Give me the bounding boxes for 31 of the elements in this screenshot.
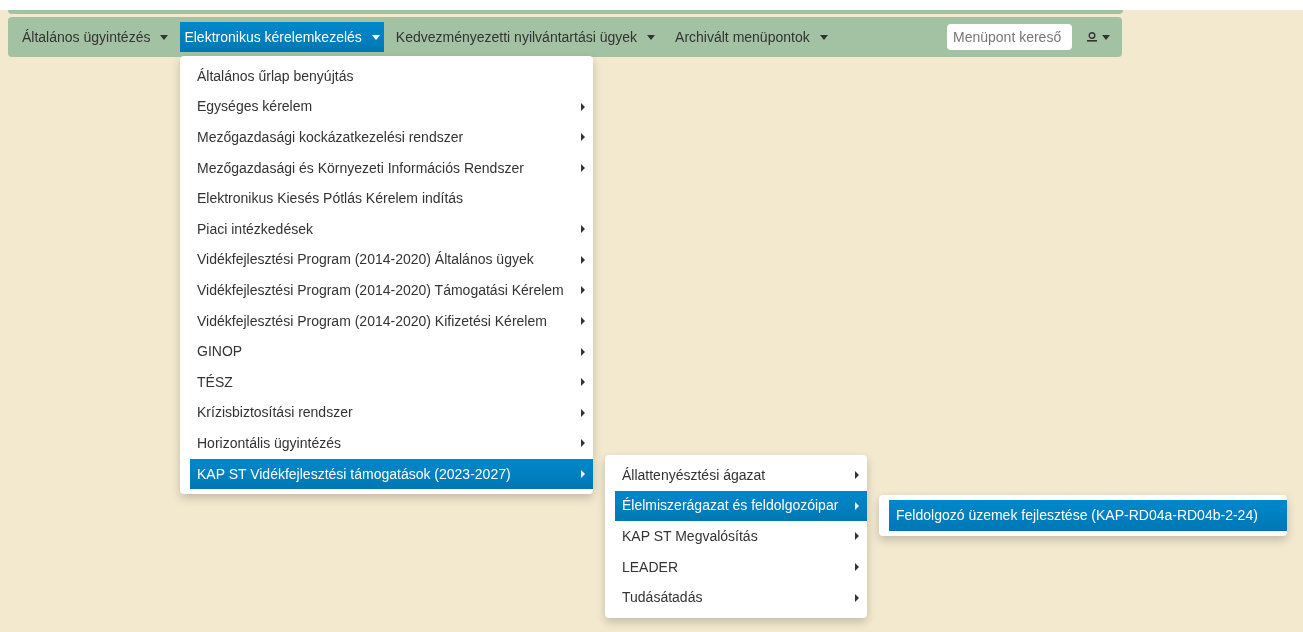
menu-item[interactable]: TÉSZ	[190, 366, 593, 398]
caret-icon	[371, 34, 380, 40]
menu-item[interactable]: KAP ST Vidékfejlesztési támogatások (2023-2027)	[190, 458, 593, 490]
menu-item[interactable]: Vidékfejlesztési Program (2014-2020) Kifizetési Kérelem	[190, 305, 593, 337]
nav-menu-item[interactable]: Kedvezményezetti nyilvántartási ügyek	[387, 22, 664, 52]
menu-item[interactable]: Általános űrlap benyújtás	[190, 61, 593, 92]
search-field[interactable]: Menüpont kereső	[947, 24, 1072, 50]
menu-item[interactable]: LEADER	[615, 551, 867, 583]
menu-item[interactable]: Élelmiszerágazat és feldolgozóipar	[615, 490, 867, 522]
caret-icon	[819, 34, 828, 40]
nav-menu-item[interactable]: Elektronikus kérelemkezelés	[180, 22, 384, 52]
user-icon	[1086, 32, 1098, 42]
caret-icon	[160, 34, 169, 40]
nav-menu-item[interactable]: Általános ügyintézés	[14, 22, 177, 52]
caret-icon	[1102, 34, 1110, 40]
menu-item[interactable]: Mezőgazdasági és Környezeti Információs Rendszer	[190, 152, 593, 184]
menu-item[interactable]: Mezőgazdasági kockázatkezelési rendszer	[190, 122, 593, 153]
caret-icon	[647, 34, 656, 40]
menu-item[interactable]: Vidékfejlesztési Program (2014-2020) Általános ügyek	[190, 244, 593, 276]
menu-item[interactable]: Piaci intézkedések	[190, 213, 593, 245]
nav-menu-item[interactable]: Archivált menüpontok	[667, 22, 836, 52]
menu-item[interactable]: Elektronikus Kiesés Pótlás Kérelem indítás	[190, 183, 593, 214]
menu-item[interactable]: Egységes kérelem	[190, 91, 593, 123]
menu-item[interactable]: Feldolgozó üzemek fejlesztése (KAP-RD04a-RD04b-2-24)	[889, 500, 1287, 531]
menu-item[interactable]: KAP ST Megvalósítás	[615, 521, 867, 552]
menu-item[interactable]: Tudásátadás	[615, 582, 867, 613]
menu-item[interactable]: GINOP	[190, 336, 593, 367]
menu-item[interactable]: Horizontális ügyintézés	[190, 428, 593, 459]
menu-item[interactable]: Állattenyésztési ágazat	[615, 460, 867, 491]
menu-item[interactable]: Krízisbiztosítási rendszer	[190, 397, 593, 429]
menu-item[interactable]: Vidékfejlesztési Program (2014-2020) Támogatási Kérelem	[190, 275, 593, 306]
